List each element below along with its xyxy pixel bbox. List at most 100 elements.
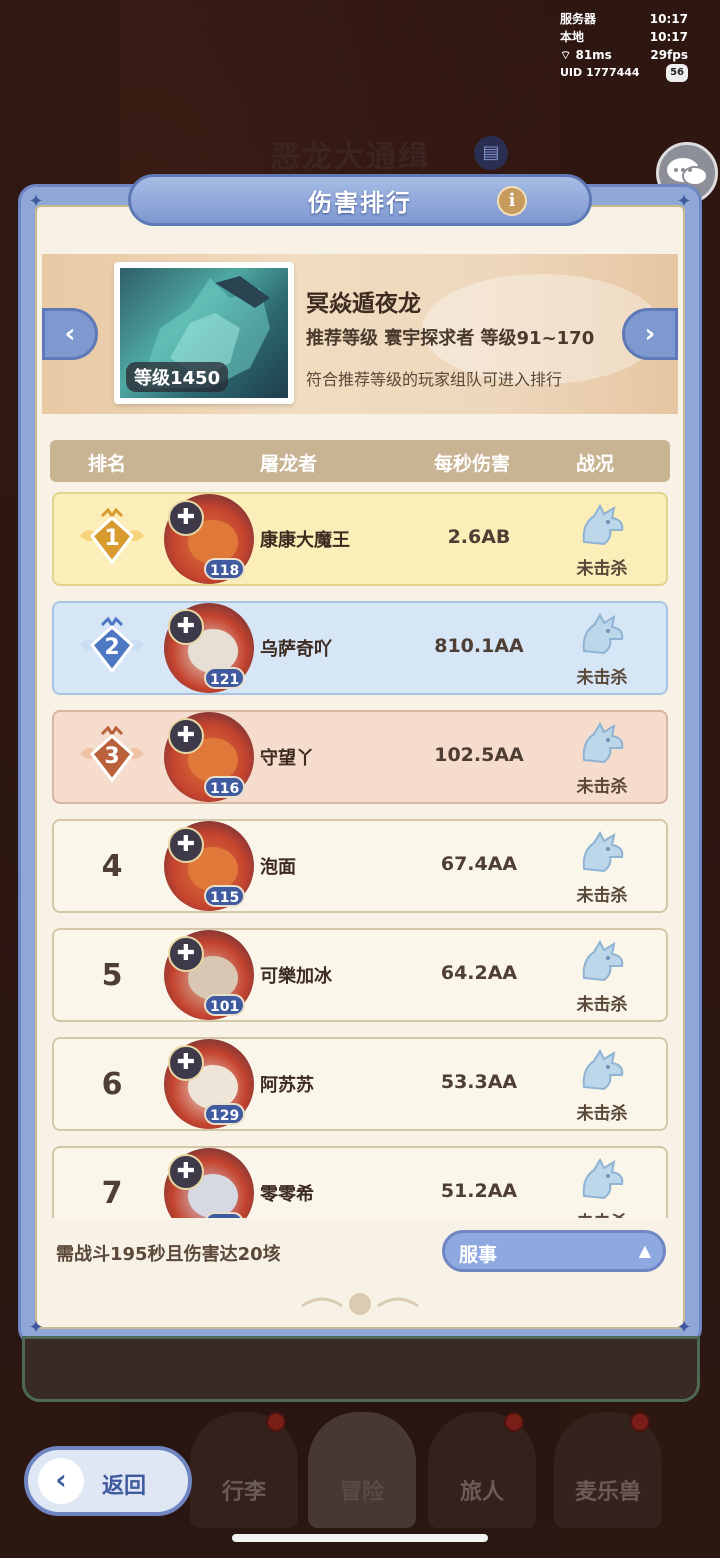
table-row[interactable]: 6 ✚ 129 阿苏苏 53.3AA 未击杀 <box>52 1037 668 1131</box>
player-level: 116 <box>204 776 246 798</box>
damage-value: 51.2AA <box>440 1180 518 1202</box>
dragon-image: 等级1450 <box>120 268 288 398</box>
chevron-left-icon: ‹ <box>64 319 76 349</box>
ornament-icon <box>301 1293 419 1315</box>
caret-up-icon: ▲ <box>638 1241 651 1260</box>
avatar[interactable]: ✚ 115 <box>164 821 254 911</box>
rank-number: 4 <box>101 849 123 884</box>
prev-boss-button[interactable]: ‹ <box>42 308 98 360</box>
panel-title-tab: 伤害排行 i <box>128 174 592 226</box>
ping: ⌔ 81ms <box>560 48 612 62</box>
battle-status: 未击杀 <box>562 1156 642 1218</box>
server-label: 服务器 <box>560 12 597 26</box>
server-time: 10:17 <box>649 12 688 26</box>
ranking-list[interactable]: 1 ✚ 118 康康大魔王 2.6AB 未击杀 2 ✚ 121 乌萨奇吖 810… <box>50 490 670 1218</box>
damage-value: 67.4AA <box>440 853 518 875</box>
back-arrow-icon: ‹ <box>38 1458 84 1504</box>
table-row[interactable]: 1 ✚ 118 康康大魔王 2.6AB 未击杀 <box>52 492 668 586</box>
notification-dot <box>266 1412 286 1432</box>
panel-title: 伤害排行 <box>308 188 412 217</box>
player-level: 118 <box>204 558 246 580</box>
tab-traveler[interactable]: 旅人 <box>428 1412 536 1528</box>
lower-frame <box>22 1336 700 1402</box>
dragon-head-icon <box>582 830 624 873</box>
damage-value: 53.3AA <box>440 1071 518 1093</box>
next-boss-button[interactable]: › <box>622 308 678 360</box>
player-level: 121 <box>204 667 246 689</box>
boss-header: 等级1450 冥焱遁夜龙 推荐等级 寰宇探求者 等级91~170 符合推荐等级的… <box>42 254 678 414</box>
avatar[interactable]: ✚ 94 <box>164 1148 254 1218</box>
player-name: 乌萨奇吖 <box>260 639 332 660</box>
wifi-icon: ⌔ <box>560 48 572 62</box>
book-icon: ▤ <box>474 136 508 170</box>
tab-luggage[interactable]: 行李 <box>190 1412 298 1528</box>
dragon-head-icon <box>582 1048 624 1091</box>
avatar[interactable]: ✚ 129 <box>164 1039 254 1129</box>
crest-icon: ✚ <box>168 500 204 536</box>
corner-ornament-icon: ✦ <box>28 191 44 212</box>
rank-medal-icon: 3 <box>80 725 144 783</box>
rank-medal-icon: 1 <box>80 507 144 565</box>
rank-number: 1 <box>104 526 119 551</box>
avatar[interactable]: ✚ 101 <box>164 930 254 1020</box>
battle-status: 未击杀 <box>562 611 642 688</box>
back-button[interactable]: ‹ 返回 <box>24 1446 192 1516</box>
player-level: 101 <box>204 994 246 1016</box>
table-row[interactable]: 3 ✚ 116 守望丫 102.5AA 未击杀 <box>52 710 668 804</box>
dragon-head-icon <box>582 503 624 546</box>
player-name: 泡面 <box>260 857 296 878</box>
crest-icon: ✚ <box>168 1045 204 1081</box>
dragon-head-icon <box>582 939 624 982</box>
battle-status: 未击杀 <box>562 1047 642 1124</box>
table-row[interactable]: 2 ✚ 121 乌萨奇吖 810.1AA 未击杀 <box>52 601 668 695</box>
uid: UID 1777444 <box>560 66 640 79</box>
player-name: 可樂加冰 <box>260 966 332 987</box>
notification-dot <box>630 1412 650 1432</box>
recommend-level: 推荐等级 寰宇探求者 等级91~170 <box>306 328 595 349</box>
crest-icon: ✚ <box>168 1154 204 1190</box>
table-row[interactable]: 4 ✚ 115 泡面 67.4AA 未击杀 <box>52 819 668 913</box>
requirement-note: 需战斗195秒且伤害达20垓 <box>56 1244 281 1265</box>
player-name: 零零希 <box>260 1184 314 1205</box>
avatar[interactable]: ✚ 116 <box>164 712 254 802</box>
battle-status: 未击杀 <box>562 829 642 906</box>
avatar[interactable]: ✚ 118 <box>164 494 254 584</box>
tab-pets[interactable]: 麦乐兽 <box>554 1412 662 1528</box>
damage-value: 810.1AA <box>434 635 524 657</box>
battery-badge: 56 <box>666 64 688 82</box>
battle-status: 未击杀 <box>562 502 642 579</box>
player-level: 115 <box>204 885 246 907</box>
home-indicator[interactable] <box>232 1534 488 1542</box>
rank-number: 7 <box>101 1176 123 1211</box>
rank-medal-icon: 2 <box>80 616 144 674</box>
crest-icon: ✚ <box>168 718 204 754</box>
ranking-table-header: 排名 屠龙者 每秒伤害 战况 <box>50 440 670 482</box>
corner-ornament-icon: ✦ <box>676 191 692 212</box>
boss-level: 等级1450 <box>126 362 229 392</box>
local-time: 10:17 <box>649 30 688 44</box>
table-row[interactable]: 7 ✚ 94 零零希 51.2AA 未击杀 <box>52 1146 668 1218</box>
status-overlay: 服务器 10:17 本地 10:17 ⌔ 81ms 29fps UID 1777444… <box>560 10 688 82</box>
damage-value: 64.2AA <box>440 962 518 984</box>
server-select[interactable]: 服事 ▲ <box>442 1230 666 1272</box>
boss-name: 冥焱遁夜龙 <box>306 291 421 317</box>
player-level: 94 <box>204 1212 244 1218</box>
tab-adventure[interactable]: 冒险 <box>308 1412 416 1528</box>
battle-status: 未击杀 <box>562 720 642 797</box>
col-slayer: 屠龙者 <box>260 453 318 475</box>
rank-number: 2 <box>104 635 119 660</box>
table-row[interactable]: 5 ✚ 101 可樂加冰 64.2AA 未击杀 <box>52 928 668 1022</box>
fps: 29fps <box>650 48 688 62</box>
avatar[interactable]: ✚ 121 <box>164 603 254 693</box>
rank-number: 5 <box>101 958 123 993</box>
chevron-right-icon: › <box>644 319 656 349</box>
rank-number: 3 <box>104 744 119 769</box>
info-icon[interactable]: i <box>497 186 527 216</box>
col-dps: 每秒伤害 <box>434 453 511 475</box>
local-label: 本地 <box>560 30 585 44</box>
ranking-note: 符合推荐等级的玩家组队可进入排行 <box>306 370 563 389</box>
player-name: 康康大魔王 <box>260 530 350 551</box>
event-title: 恶龙大通缉 <box>270 140 430 175</box>
notification-dot <box>504 1412 524 1432</box>
crest-icon: ✚ <box>168 827 204 863</box>
